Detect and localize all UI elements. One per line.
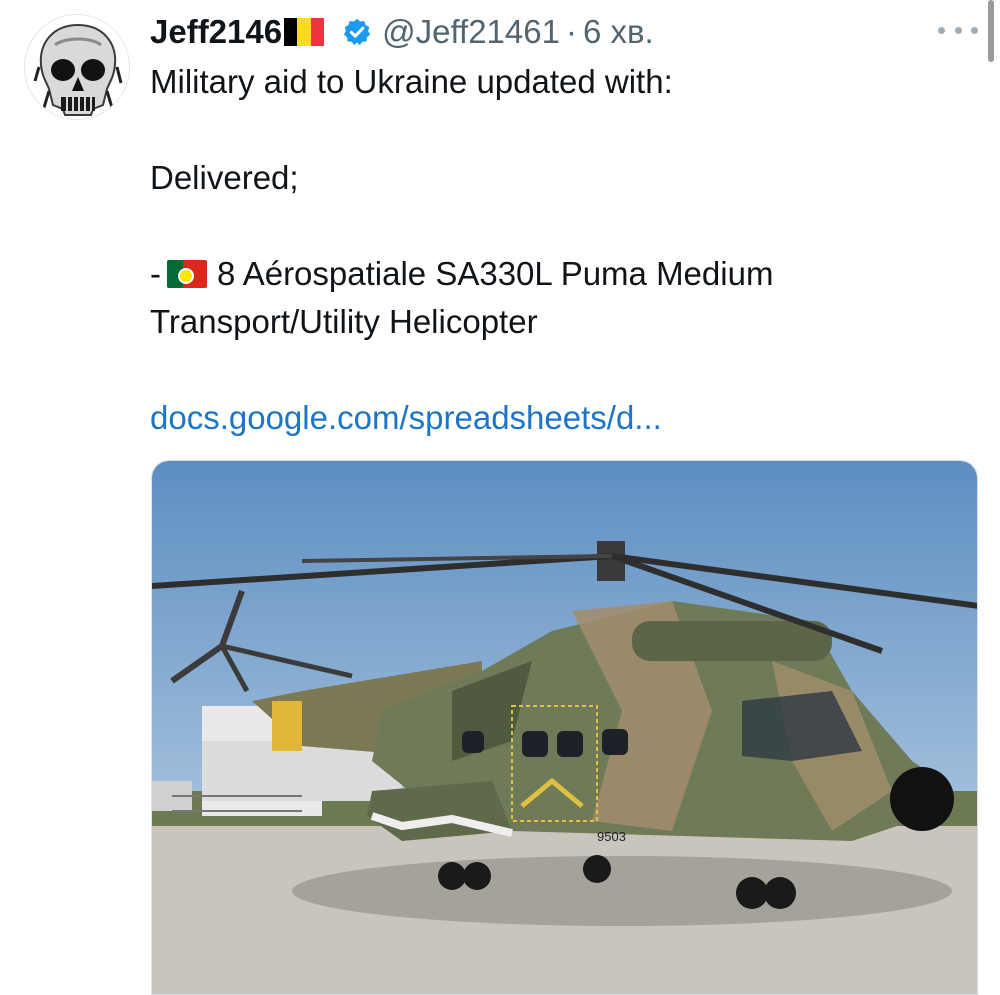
tweet-media-image[interactable]: 9503 [151, 460, 978, 995]
helicopter-photo-icon: 9503 [152, 461, 977, 994]
more-options-icon[interactable] [938, 16, 978, 44]
tweet-text-line: Delivered; [150, 159, 299, 196]
tweet-text-line: Military aid to Ukraine updated with: [150, 63, 673, 100]
tweet-text-line: - 8 Aérospatiale SA330L Puma Medium [150, 250, 773, 298]
belgium-flag-icon [284, 18, 325, 46]
separator-dot: · [565, 13, 577, 50]
skull-icon [25, 15, 129, 119]
tweet-header: Jeff2146 @Jeff21461 · 6 хв. [150, 10, 654, 54]
list-dash: - [150, 255, 161, 292]
tweet-link[interactable]: docs.google.com/spreadsheets/d... [150, 394, 662, 442]
scrollbar[interactable] [988, 0, 994, 62]
timestamp[interactable]: 6 хв. [583, 13, 654, 51]
aid-item-text: 8 Aérospatiale SA330L Puma Medium [217, 255, 774, 292]
user-handle[interactable]: @Jeff21461 [382, 13, 560, 51]
display-name[interactable]: Jeff2146 [150, 13, 282, 51]
avatar[interactable] [24, 14, 130, 120]
portugal-flag-icon [167, 260, 207, 288]
verified-badge-icon[interactable] [342, 17, 372, 47]
tail-number: 9503 [597, 829, 626, 844]
tweet-card[interactable]: Jeff2146 @Jeff21461 · 6 хв. Military aid… [0, 0, 1000, 995]
tweet-text-line: Transport/Utility Helicopter [150, 303, 538, 340]
